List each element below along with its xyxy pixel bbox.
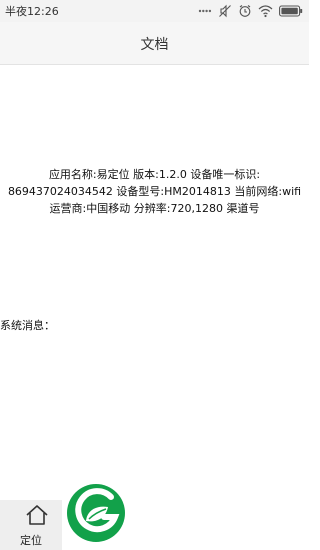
app-info-line-3: 运营商:中国移动 分辨率:720,1280 渠道号 xyxy=(49,202,260,215)
signal-dots-icon xyxy=(198,4,212,18)
title-bar: 文档 xyxy=(0,22,309,65)
app-info-line-1: 应用名称:易定位 版本:1.2.0 设备唯一标识: xyxy=(48,168,261,181)
tab-locate[interactable]: 定位 xyxy=(0,500,62,550)
app-info-block: 应用名称:易定位 版本:1.2.0 设备唯一标识: 86943702403454… xyxy=(0,166,309,217)
battery-icon xyxy=(279,5,303,17)
tab-locate-label: 定位 xyxy=(20,534,42,547)
leaf-g-logo-icon xyxy=(66,483,126,543)
system-message-label: 系统消息： xyxy=(0,319,55,332)
mute-icon xyxy=(218,4,232,18)
page-title: 文档 xyxy=(140,37,169,53)
app-info-line-2: 869437024034542 设备型号:HM2014813 当前网络:wifi xyxy=(7,185,302,198)
status-time: 半夜12:26 xyxy=(5,5,59,18)
home-icon xyxy=(25,504,49,530)
wifi-icon xyxy=(258,4,273,18)
alarm-icon xyxy=(238,4,252,18)
status-bar: 半夜12:26 xyxy=(0,0,309,22)
status-icons xyxy=(198,3,303,19)
